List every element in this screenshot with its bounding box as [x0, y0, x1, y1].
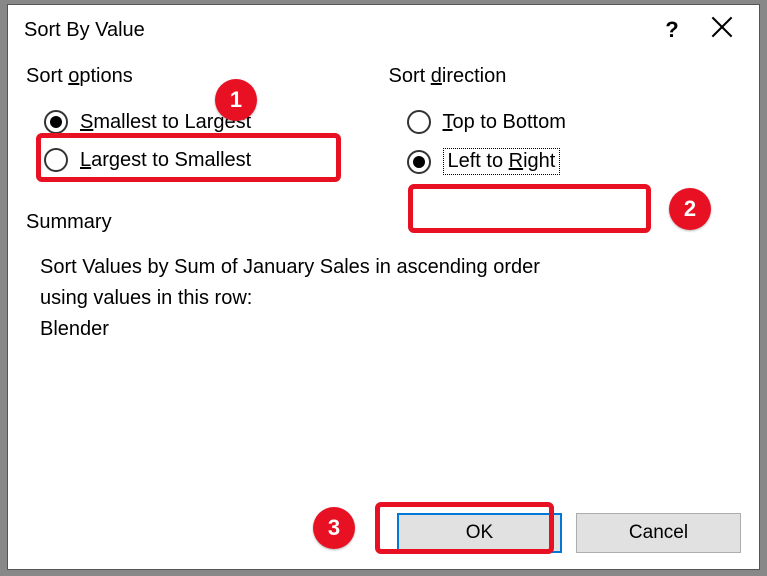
- radio-top-to-bottom[interactable]: Top to Bottom: [401, 106, 742, 138]
- summary-label: Summary: [26, 211, 741, 234]
- radio-icon: [44, 110, 68, 134]
- dialog-content: Sort options Smallest to Largest Largest…: [8, 55, 759, 345]
- ok-button[interactable]: OK: [397, 513, 562, 553]
- summary-group: Summary Sort Values by Sum of January Sa…: [26, 211, 741, 345]
- annotation-callout: 3: [313, 507, 355, 549]
- radio-icon: [44, 148, 68, 172]
- radio-label: Smallest to Largest: [80, 111, 251, 134]
- cancel-button[interactable]: Cancel: [576, 513, 741, 553]
- summary-text: Sort Values by Sum of January Sales in a…: [40, 252, 741, 345]
- sort-options-group: Sort options Smallest to Largest Largest…: [26, 65, 379, 185]
- sort-direction-label: Sort direction: [389, 65, 742, 88]
- radio-label: Top to Bottom: [443, 111, 566, 134]
- button-row: OK Cancel: [397, 513, 741, 553]
- sort-direction-group: Sort direction Top to Bottom Left to Rig…: [389, 65, 742, 185]
- radio-label: Left to Right: [443, 148, 561, 175]
- radio-smallest-to-largest[interactable]: Smallest to Largest: [38, 106, 379, 138]
- titlebar: Sort By Value ?: [8, 5, 759, 55]
- radio-icon: [407, 110, 431, 134]
- close-icon: [711, 16, 733, 38]
- help-button[interactable]: ?: [647, 17, 697, 43]
- sort-options-label: Sort options: [26, 65, 379, 88]
- close-button[interactable]: [697, 16, 747, 44]
- radio-label: Largest to Smallest: [80, 149, 251, 172]
- radio-largest-to-smallest[interactable]: Largest to Smallest: [38, 144, 379, 176]
- dialog-title: Sort By Value: [24, 19, 647, 42]
- sort-by-value-dialog: Sort By Value ? Sort options Smallest to…: [7, 4, 760, 570]
- radio-left-to-right[interactable]: Left to Right: [401, 144, 742, 179]
- radio-icon: [407, 150, 431, 174]
